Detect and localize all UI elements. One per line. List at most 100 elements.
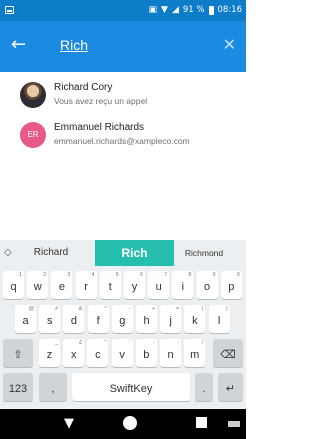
key-label: r bbox=[84, 281, 88, 293]
key-label: u bbox=[155, 281, 162, 293]
keyboard-hide-icon[interactable] bbox=[228, 421, 240, 427]
key-label: f bbox=[96, 315, 100, 327]
key-p[interactable]: 0p bbox=[220, 271, 242, 299]
key-secondary-label: = bbox=[175, 306, 180, 312]
key-label: 123 bbox=[8, 383, 28, 395]
key-secondary-label: # bbox=[55, 306, 59, 312]
key-secondary-label: 3 bbox=[67, 272, 71, 278]
key-a[interactable]: @ a bbox=[15, 305, 36, 333]
key-secondary-label: 6 bbox=[139, 272, 143, 278]
search-results-list: Richard Cory Vous avez reçu un appel ER … bbox=[0, 72, 246, 152]
key-label: y bbox=[131, 281, 138, 293]
suggestion-right[interactable]: Richmond bbox=[174, 240, 234, 266]
avatar-initials: ER bbox=[20, 122, 46, 148]
key-label: h bbox=[143, 315, 150, 327]
key-s[interactable]: # s bbox=[39, 305, 61, 333]
key-secondary-label: _ bbox=[54, 340, 58, 346]
key-d[interactable]: & d bbox=[63, 305, 85, 333]
suggestion-left[interactable]: Richard bbox=[20, 240, 82, 266]
key-label: w bbox=[33, 281, 42, 293]
key-secondary-label: 9 bbox=[212, 272, 216, 278]
key-b[interactable]: :b bbox=[135, 339, 157, 367]
key-secondary-label: 8 bbox=[188, 272, 192, 278]
key-f[interactable]: * f bbox=[87, 305, 109, 333]
period-key[interactable]: . bbox=[195, 373, 213, 401]
key-l[interactable]: ) l bbox=[208, 305, 230, 333]
numbers-key[interactable]: 123 bbox=[3, 373, 33, 401]
search-input[interactable]: Rich bbox=[60, 37, 88, 53]
key-label: o bbox=[204, 281, 211, 293]
battery-icon bbox=[208, 5, 214, 15]
key-label: l bbox=[217, 315, 221, 327]
key-secondary-label: 1 bbox=[18, 272, 22, 278]
key-label: b bbox=[143, 349, 150, 361]
key-r[interactable]: 4r bbox=[75, 271, 97, 299]
key-label: ⌫ bbox=[220, 349, 236, 361]
key-label: g bbox=[119, 315, 126, 327]
signal-icon: ◢ bbox=[171, 5, 179, 15]
back-nav-icon[interactable]: ▼ bbox=[64, 416, 74, 431]
avatar bbox=[20, 82, 46, 108]
key-o[interactable]: 9o bbox=[196, 271, 218, 299]
clear-search-icon[interactable]: ✕ bbox=[223, 35, 236, 54]
key-label: i bbox=[181, 281, 185, 293]
result-item[interactable]: Richard Cory Vous avez reçu un appel bbox=[0, 72, 246, 112]
battery-percent: 91 % bbox=[182, 5, 205, 15]
key-q[interactable]: 1q bbox=[3, 271, 24, 299]
vibrate-icon: ▣ bbox=[148, 5, 158, 15]
key-secondary-label: 2 bbox=[43, 272, 47, 278]
key-secondary-label: ' bbox=[129, 340, 131, 346]
key-n[interactable]: ; n bbox=[160, 339, 181, 367]
comma-key[interactable]: , bbox=[39, 373, 67, 401]
key-secondary-label: - bbox=[128, 306, 131, 312]
shift-icon[interactable]: ⇧ bbox=[3, 339, 33, 367]
key-secondary-label: : bbox=[153, 340, 155, 346]
key-label: k bbox=[192, 315, 198, 327]
key-label: p bbox=[228, 281, 235, 293]
result-item[interactable]: ER Emmanuel Richards emmanuel.richards@x… bbox=[0, 112, 246, 152]
key-m[interactable]: / m bbox=[184, 339, 206, 367]
suggestion-center[interactable]: Rich bbox=[95, 240, 174, 266]
recents-nav-icon[interactable] bbox=[196, 417, 207, 428]
key-h[interactable]: + h bbox=[136, 305, 157, 333]
key-label: ↵ bbox=[225, 383, 236, 395]
key-secondary-label: " bbox=[104, 340, 107, 346]
key-secondary-label: / bbox=[201, 340, 204, 346]
key-j[interactable]: = j bbox=[160, 305, 182, 333]
key-k[interactable]: (k bbox=[184, 305, 206, 333]
key-label: d bbox=[70, 315, 77, 327]
key-secondary-label: 4 bbox=[91, 272, 95, 278]
key-secondary-label: * bbox=[104, 306, 107, 312]
key-c[interactable]: " c bbox=[87, 339, 109, 367]
key-label: m bbox=[190, 349, 200, 361]
key-v[interactable]: ' v bbox=[111, 339, 133, 367]
key-label: ⇧ bbox=[13, 349, 23, 361]
suggestion-bar: ◇ Richard Rich Richmond bbox=[0, 240, 246, 266]
key-secondary-label: ; bbox=[177, 340, 179, 346]
key-secondary-label: @ bbox=[28, 306, 34, 312]
key-secondary-label: 5 bbox=[115, 272, 119, 278]
key-label: s bbox=[46, 315, 53, 327]
key-label: c bbox=[95, 349, 101, 361]
key-i[interactable]: 8i bbox=[172, 271, 194, 299]
home-nav-icon[interactable] bbox=[123, 416, 137, 430]
chevron-icon[interactable]: ◇ bbox=[4, 247, 12, 258]
key-u[interactable]: 7u bbox=[148, 271, 170, 299]
key-z[interactable]: _ z bbox=[39, 339, 60, 367]
navigation-bar: ▼ bbox=[0, 409, 246, 439]
key-t[interactable]: 5t bbox=[99, 271, 121, 299]
key-label: SwiftKey bbox=[109, 383, 153, 395]
key-x[interactable]: £ x bbox=[63, 339, 85, 367]
key-y[interactable]: 6y bbox=[124, 271, 145, 299]
back-arrow-icon[interactable]: ← bbox=[11, 35, 26, 55]
key-e[interactable]: 3e bbox=[51, 271, 73, 299]
enter-icon[interactable]: ↵ bbox=[218, 373, 243, 401]
space-bar[interactable]: SwiftKey bbox=[72, 373, 190, 401]
wifi-icon: ▼ bbox=[161, 5, 168, 15]
clock: 08:16 bbox=[217, 5, 243, 15]
key-g[interactable]: -g bbox=[111, 305, 133, 333]
backspace-icon[interactable]: ⌫ bbox=[213, 339, 243, 367]
key-secondary-label: + bbox=[151, 306, 155, 312]
keyboard: ◇ Richard Rich Richmond 1q2w3e4r5t6y7u8i… bbox=[0, 240, 246, 409]
key-w[interactable]: 2w bbox=[27, 271, 49, 299]
